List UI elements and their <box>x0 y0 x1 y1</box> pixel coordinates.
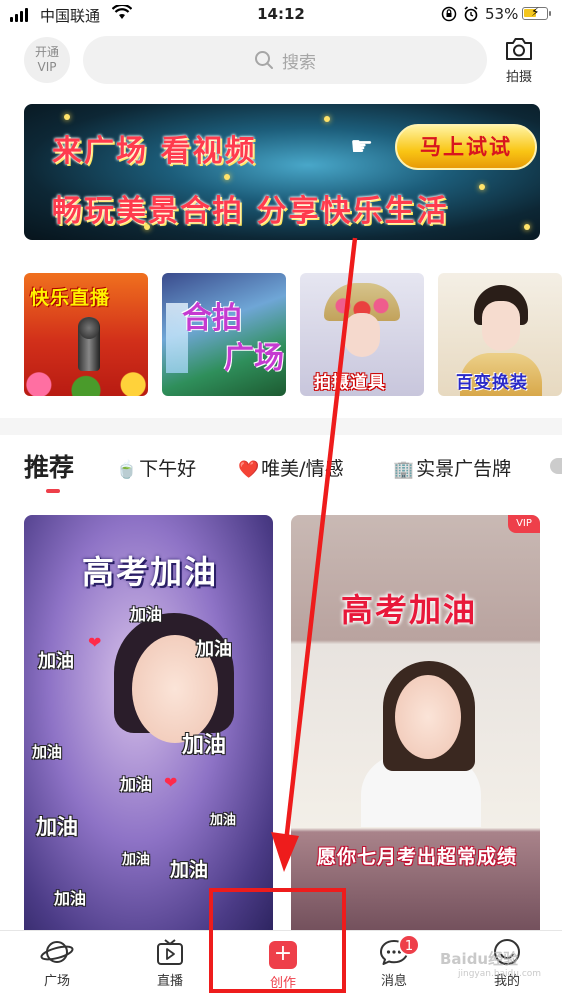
unread-badge: 1 <box>398 934 420 956</box>
banner-subline: 畅玩美景合拍 分享快乐生活 <box>52 194 449 229</box>
tile-duet-plaza[interactable]: 合拍 广场 <box>162 273 286 396</box>
cheer-text: 加油 <box>196 639 232 660</box>
banner-headline: 来广场 看视频 <box>52 134 257 169</box>
nav-label: 直播 <box>156 974 183 989</box>
tab-good-afternoon[interactable]: 🍵 下午好 <box>116 454 196 481</box>
baidu-watermark: Baidu经验 jingyan.baidu.com <box>440 948 541 979</box>
portrait-image <box>395 675 461 759</box>
promo-banner[interactable]: 来广场 看视频 畅玩美景合拍 分享快乐生活 ☛ 马上试试 <box>24 104 540 240</box>
video-card-right[interactable]: VIP 高考加油 愿你七月考出超常成绩 <box>291 515 540 932</box>
watermark-brand: Baidu经验 <box>440 950 519 968</box>
battery-icon: ⚡ <box>522 5 551 20</box>
search-icon <box>255 51 273 69</box>
flowers-decoration <box>24 368 148 396</box>
battery-percent: 53% <box>485 5 519 23</box>
watermark-url: jingyan.baidu.com <box>458 969 542 979</box>
tea-icon: 🍵 <box>116 460 138 480</box>
cheer-text: 加油 <box>54 889 87 908</box>
tile-label: 拍摄道具 <box>314 373 386 393</box>
alarm-icon <box>463 6 479 26</box>
tab-label: 唯美/情感 <box>261 458 344 480</box>
portrait-image <box>482 301 520 351</box>
nav-live[interactable]: 直播 <box>130 937 210 989</box>
vip-badge: VIP <box>508 515 540 533</box>
cheer-text: 加油 <box>120 775 153 794</box>
building-icon: 🏢 <box>393 460 415 480</box>
heart-icon: ❤ <box>88 633 102 652</box>
status-bar: 中国联通 14:12 53% ⚡ <box>0 0 562 30</box>
card-title: 高考加油 <box>341 591 478 629</box>
planet-icon <box>40 941 74 963</box>
rotation-lock-icon <box>441 6 457 26</box>
tile-label-top: 合拍 <box>182 301 242 336</box>
search-input[interactable]: 搜索 <box>83 36 487 84</box>
tab-billboard[interactable]: 🏢 实景广告牌 <box>393 454 511 481</box>
try-now-button[interactable]: 马上试试 <box>395 124 537 170</box>
cheer-text: 加油 <box>32 743 63 761</box>
vip-label-line2: VIP <box>37 60 57 74</box>
nav-messages[interactable]: 1 消息 <box>354 934 434 989</box>
more-tabs-indicator <box>550 458 562 474</box>
cheer-text: 加油 <box>182 732 227 758</box>
tile-shooting-props[interactable]: 拍摄道具 <box>300 273 424 396</box>
tab-label: 下午好 <box>139 458 197 480</box>
search-placeholder: 搜索 <box>282 52 316 73</box>
pointing-hand-icon: ☛ <box>350 132 374 162</box>
tab-recommended[interactable]: 推荐 <box>24 448 74 484</box>
tile-label: 百变换装 <box>456 373 528 393</box>
cheer-text: 加油 <box>122 852 150 868</box>
nav-label: 创作 <box>269 976 296 991</box>
active-tab-indicator <box>46 489 60 493</box>
section-divider <box>0 418 562 435</box>
card-subtitle: 愿你七月考出超常成绩 <box>317 846 518 868</box>
nav-create[interactable]: + 创作 <box>243 937 323 991</box>
vip-label-line1: 开通 <box>34 45 59 59</box>
tv-icon <box>157 939 183 965</box>
camera-icon <box>506 38 532 60</box>
cheer-text: 加油 <box>210 813 237 828</box>
cheer-text: 加油 <box>170 859 209 881</box>
cheer-text: 加油 <box>36 814 78 839</box>
heart-icon: ❤️ <box>238 460 260 480</box>
nav-label: 消息 <box>380 974 407 989</box>
nav-plaza[interactable]: 广场 <box>17 937 97 989</box>
tile-live-stream[interactable]: 快乐直播 <box>24 273 148 396</box>
heart-icon: ❤ <box>164 773 178 792</box>
portrait-image <box>344 313 380 357</box>
camera-label: 拍摄 <box>505 70 532 85</box>
tile-label: 快乐直播 <box>30 287 111 309</box>
tab-label: 实景广告牌 <box>416 458 512 480</box>
card-title: 高考加油 <box>82 553 219 591</box>
tile-label-bottom: 广场 <box>224 341 284 376</box>
tile-costume-change[interactable]: 百变换装 <box>438 273 562 396</box>
video-card-left[interactable]: 高考加油 加油 加油 ❤ 加油 加油 加油 加油 ❤ 加油 加油 加油 加油 加… <box>24 515 273 932</box>
open-vip-button[interactable]: 开通 VIP <box>24 37 70 83</box>
cheer-text: 加油 <box>130 605 163 624</box>
camera-button[interactable]: 拍摄 <box>499 36 539 85</box>
nav-label: 广场 <box>43 974 70 989</box>
cheer-text: 加油 <box>38 651 74 672</box>
category-tabs: 推荐 🍵 下午好 ❤️ 唯美/情感 🏢 实景广告牌 <box>0 448 562 493</box>
tab-aesthetic-emotion[interactable]: ❤️ 唯美/情感 <box>238 454 344 481</box>
plus-icon: + <box>269 941 297 969</box>
microphone-icon <box>78 317 100 371</box>
